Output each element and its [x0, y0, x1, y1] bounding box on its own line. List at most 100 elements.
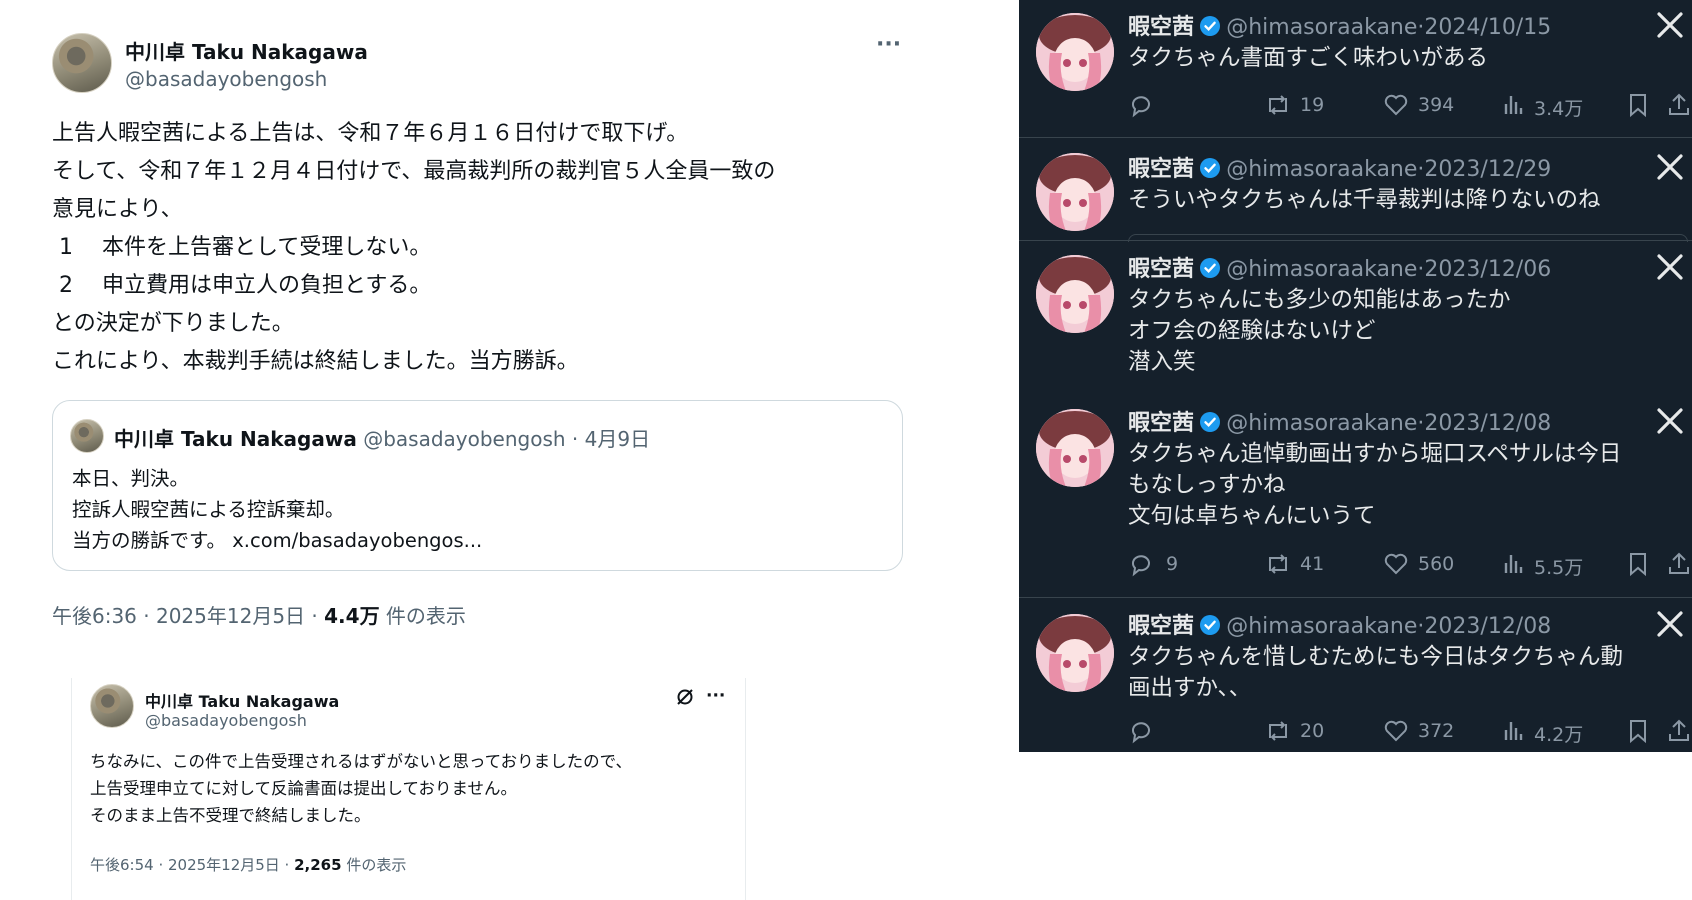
post-date[interactable]: ·2023/12/06: [1417, 257, 1551, 282]
share-icon[interactable]: [1666, 92, 1692, 118]
tweet-line: ちなみに、この件で上告受理されるはずがないと思っておりましたので、: [90, 752, 633, 771]
avatar[interactable]: [90, 684, 134, 728]
dark-timeline-panel: 暇空茜 @himasoraakane·2024/10/15 タクちゃん書面すごく…: [1019, 0, 1692, 752]
timeline-post[interactable]: 暇空茜 @himasoraakane·2023/12/08 タクちゃん追悼動画出…: [1019, 395, 1692, 595]
timeline-post[interactable]: 暇空茜 @himasoraakane·2023/12/29 そういやタクちゃんは…: [1019, 138, 1692, 242]
avatar[interactable]: [1036, 153, 1114, 231]
avatar[interactable]: [1036, 13, 1114, 91]
like-icon[interactable]: [1383, 718, 1409, 744]
reply-icon[interactable]: [1128, 718, 1154, 744]
timeline-post[interactable]: 暇空茜 @himasoraakane·2023/12/06 タクちゃんにも多少の…: [1019, 241, 1692, 389]
like-icon[interactable]: [1383, 551, 1409, 577]
quote-author-name: 中川卓 Taku Nakagawa: [114, 427, 357, 451]
quote-line: 当方の勝訴です。 x.com/basadayobengos...: [72, 529, 483, 552]
post-body: タクちゃんを惜しむためにも今日はタクちゃん動 画出すか、、: [1128, 642, 1623, 704]
quote-author-handle: @basadayobengosh: [363, 427, 566, 451]
author-name[interactable]: 暇空茜: [1128, 15, 1194, 40]
avatar[interactable]: [52, 33, 112, 93]
quote-avatar: [70, 419, 104, 453]
tweet-line: そのまま上告不受理で終結しました。: [90, 806, 371, 825]
author-name[interactable]: 暇空茜: [1128, 157, 1194, 182]
verified-badge-icon: [1200, 258, 1221, 278]
tweet-line: 2 申立費用は申立人の負担とする。: [52, 273, 432, 298]
tweet-line: そして、令和７年１２月４日付けで、最高裁判所の裁判官５人全員一致の: [52, 159, 776, 184]
avatar[interactable]: [1036, 255, 1114, 333]
author-handle[interactable]: @himasoraakane: [1226, 157, 1417, 182]
author-handle[interactable]: @basadayobengosh: [125, 67, 327, 91]
tweet-line: 意見により、: [52, 197, 183, 222]
more-options-button[interactable]: ···: [706, 686, 725, 706]
tweet-timestamp[interactable]: 午後6:54 · 2025年12月5日 ·: [90, 856, 294, 874]
view-count-suffix: 件の表示: [341, 856, 407, 874]
author-handle[interactable]: @himasoraakane: [1226, 411, 1417, 436]
grok-icon[interactable]: [675, 687, 695, 707]
post-date[interactable]: ·2023/12/08: [1417, 614, 1551, 639]
avatar[interactable]: [1036, 409, 1114, 487]
view-count: 5.5万: [1534, 557, 1584, 579]
post-line: タクちゃん書面すごく味わいがある: [1128, 45, 1489, 71]
view-count-suffix: 件の表示: [379, 604, 466, 628]
share-icon[interactable]: [1666, 551, 1692, 577]
like-count: 372: [1418, 720, 1455, 742]
repost-icon[interactable]: [1264, 551, 1292, 577]
tweet-meta: 午後6:36 · 2025年12月5日 · 4.4万 件の表示: [52, 600, 466, 629]
author-name[interactable]: 暇空茜: [1128, 614, 1194, 639]
author-handle[interactable]: @himasoraakane: [1226, 614, 1417, 639]
verified-badge-icon: [1200, 16, 1221, 36]
author-handle[interactable]: @basadayobengosh: [145, 711, 307, 730]
x-logo-icon: [1657, 611, 1683, 637]
repost-icon[interactable]: [1264, 92, 1292, 118]
author-name[interactable]: 中川卓 Taku Nakagawa: [125, 36, 368, 65]
author-name[interactable]: 中川卓 Taku Nakagawa: [145, 688, 339, 712]
share-icon[interactable]: [1666, 718, 1692, 744]
tweet-line: 上告人暇空茜による上告は、令和７年６月１６日付けで取下げ。: [52, 121, 689, 146]
repost-count: 19: [1300, 94, 1325, 116]
tweet-meta: 午後6:54 · 2025年12月5日 · 2,265 件の表示: [90, 854, 406, 875]
author-handle[interactable]: @himasoraakane: [1226, 257, 1417, 282]
reply-icon[interactable]: [1128, 551, 1154, 577]
bookmark-icon[interactable]: [1626, 92, 1650, 118]
views-icon[interactable]: [1501, 92, 1527, 118]
quote-line: 控訴人暇空茜による控訴棄却。: [72, 498, 345, 521]
tweet-line: 上告受理申立てに対して反論書面は提出しておりません。: [90, 779, 518, 798]
post-header: 暇空茜 @himasoraakane·2024/10/15: [1128, 9, 1551, 41]
quote-line: 本日、判決。: [72, 467, 190, 490]
reply-tweet-panel: 中川卓 Taku Nakagawa @basadayobengosh ··· ち…: [71, 678, 746, 900]
reply-count: 9: [1166, 553, 1179, 575]
post-date[interactable]: ·2023/12/08: [1417, 411, 1551, 436]
quoted-tweet-card[interactable]: 中川卓 Taku Nakagawa @basadayobengosh · 4月9…: [52, 400, 903, 571]
author-name[interactable]: 暇空茜: [1128, 257, 1194, 282]
tweet-timestamp[interactable]: 午後6:36 · 2025年12月5日 ·: [52, 604, 324, 628]
post-body: そういやタクちゃんは千尋裁判は降りないのね: [1128, 185, 1601, 216]
timeline-post[interactable]: 暇空茜 @himasoraakane·2023/12/08 タクちゃんを惜しむた…: [1019, 598, 1692, 752]
post-date[interactable]: ·2024/10/15: [1417, 15, 1551, 40]
post-header: 暇空茜 @himasoraakane·2023/12/06: [1128, 251, 1551, 283]
bookmark-icon[interactable]: [1626, 551, 1650, 577]
view-count: 4.2万: [1534, 724, 1584, 746]
post-line: オフ会の経験はないけど: [1128, 318, 1376, 344]
views-icon[interactable]: [1501, 551, 1527, 577]
like-count: 394: [1418, 94, 1455, 116]
like-icon[interactable]: [1383, 92, 1409, 118]
views-icon[interactable]: [1501, 718, 1527, 744]
action-bar: 20 372 4.2万: [1128, 716, 1689, 746]
timeline-post[interactable]: 暇空茜 @himasoraakane·2024/10/15 タクちゃん書面すごく…: [1019, 0, 1692, 137]
bookmark-icon[interactable]: [1626, 718, 1650, 744]
repost-icon[interactable]: [1264, 718, 1292, 744]
post-line: 文句は卓ちゃんにいうて: [1128, 503, 1376, 529]
author-handle[interactable]: @himasoraakane: [1226, 15, 1417, 40]
x-logo-icon: [1657, 12, 1683, 38]
view-count: 2,265: [294, 856, 342, 874]
author-name[interactable]: 暇空茜: [1128, 411, 1194, 436]
post-body: タクちゃん書面すごく味わいがある: [1128, 43, 1488, 74]
post-line: 潜入笑: [1128, 349, 1196, 375]
x-logo-icon: [1657, 254, 1683, 280]
tweet-line: 1 本件を上告審として受理しない。: [52, 235, 432, 260]
quote-header: 中川卓 Taku Nakagawa @basadayobengosh · 4月9…: [114, 423, 650, 452]
more-options-button[interactable]: ···: [876, 32, 901, 57]
avatar[interactable]: [1036, 614, 1114, 692]
reply-icon[interactable]: [1128, 92, 1154, 118]
post-line: もなしっすかね: [1128, 472, 1286, 498]
post-date[interactable]: ·2023/12/29: [1417, 157, 1551, 182]
post-header: 暇空茜 @himasoraakane·2023/12/08: [1128, 405, 1551, 437]
